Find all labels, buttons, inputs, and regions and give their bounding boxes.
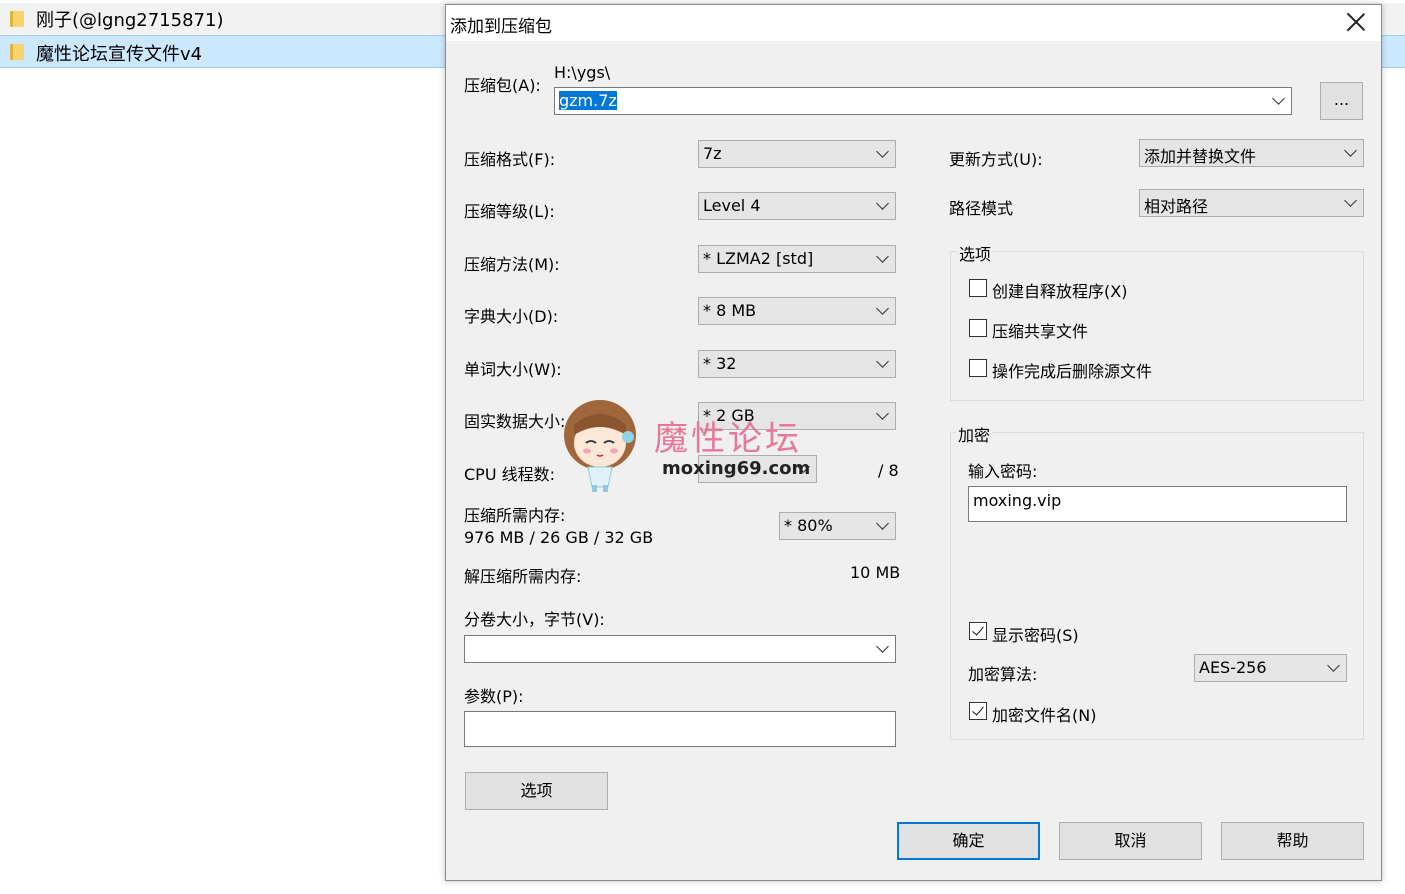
- dict-label: 字典大小(D):: [464, 307, 559, 326]
- sfx-checkbox[interactable]: [969, 279, 987, 297]
- dialog-title: 添加到压缩包: [450, 17, 552, 37]
- archive-path: H:\ygs\: [554, 63, 611, 82]
- archive-name-value: gzm.7z: [559, 91, 617, 110]
- folder-icon: [10, 11, 24, 27]
- path-mode-select[interactable]: 相对路径: [1139, 189, 1364, 217]
- encrypt-names-label: 加密文件名(N): [992, 706, 1097, 725]
- decompress-memory-label: 解压缩所需内存:: [464, 567, 582, 586]
- chevron-down-icon: [876, 355, 889, 368]
- folder-icon: [10, 44, 24, 60]
- word-value: * 32: [703, 354, 737, 373]
- browse-button[interactable]: ...: [1320, 82, 1363, 120]
- path-mode-value: 相对路径: [1144, 197, 1209, 216]
- chevron-down-icon: [1344, 144, 1357, 157]
- file-name: 魔性论坛宣传文件v4: [36, 44, 203, 65]
- encryption-group-title: 加密: [956, 422, 993, 446]
- memory-percent-value: * 80%: [784, 516, 833, 535]
- algorithm-label: 加密算法:: [968, 665, 1038, 684]
- algorithm-value: AES-256: [1199, 658, 1267, 677]
- options-button[interactable]: 选项: [465, 772, 608, 810]
- options-group-title: 选项: [957, 241, 994, 265]
- update-label: 更新方式(U):: [949, 150, 1043, 169]
- chevron-down-icon: [1272, 92, 1285, 105]
- sfx-label: 创建自释放程序(X): [992, 282, 1128, 301]
- algorithm-select[interactable]: AES-256: [1194, 654, 1347, 682]
- dialog-titlebar: 添加到压缩包: [446, 5, 1381, 41]
- chevron-down-icon: [876, 250, 889, 263]
- level-select[interactable]: Level 4: [698, 192, 896, 220]
- dict-select[interactable]: * 8 MB: [698, 297, 896, 325]
- cancel-button[interactable]: 取消: [1059, 822, 1202, 860]
- level-label: 压缩等级(L):: [464, 202, 555, 221]
- chevron-down-icon: [876, 640, 889, 653]
- memory-label: 压缩所需内存:: [464, 506, 566, 525]
- format-value: 7z: [703, 144, 722, 163]
- close-icon[interactable]: [1345, 11, 1367, 33]
- volume-label: 分卷大小，字节(V):: [464, 610, 605, 629]
- method-select[interactable]: * LZMA2 [std]: [698, 245, 896, 273]
- word-select[interactable]: * 32: [698, 350, 896, 378]
- params-input[interactable]: [464, 711, 896, 747]
- chevron-down-icon: [876, 407, 889, 420]
- decompress-memory-value: 10 MB: [850, 563, 901, 582]
- cpu-label: CPU 线程数:: [464, 465, 556, 484]
- show-password-checkbox[interactable]: [969, 622, 987, 640]
- level-value: Level 4: [703, 196, 761, 215]
- watermark-title: 魔性论坛: [654, 419, 802, 459]
- file-name: 刚子(@lgng2715871): [36, 10, 224, 31]
- format-select[interactable]: 7z: [698, 140, 896, 168]
- update-select[interactable]: 添加并替换文件: [1139, 139, 1364, 167]
- help-button[interactable]: 帮助: [1221, 822, 1364, 860]
- password-value: moxing.vip: [973, 491, 1062, 510]
- ok-button[interactable]: 确定: [897, 822, 1040, 860]
- chevron-down-icon: [876, 302, 889, 315]
- params-label: 参数(P):: [464, 687, 524, 706]
- password-label: 输入密码:: [968, 462, 1038, 481]
- password-input[interactable]: moxing.vip: [968, 486, 1347, 522]
- format-label: 压缩格式(F):: [464, 150, 556, 169]
- chevron-down-icon: [1344, 194, 1357, 207]
- update-value: 添加并替换文件: [1144, 147, 1257, 166]
- word-label: 单词大小(W):: [464, 360, 562, 379]
- encrypt-names-checkbox[interactable]: [969, 702, 987, 720]
- memory-value: 976 MB / 26 GB / 32 GB: [464, 528, 654, 547]
- show-password-label: 显示密码(S): [992, 626, 1079, 645]
- delete-source-label: 操作完成后删除源文件: [992, 362, 1153, 381]
- mascot-girl-icon: [564, 400, 636, 492]
- chevron-down-icon: [876, 145, 889, 158]
- delete-source-checkbox[interactable]: [969, 359, 987, 377]
- method-value: * LZMA2 [std]: [703, 249, 814, 268]
- chevron-down-icon: [876, 517, 889, 530]
- chevron-down-icon: [876, 197, 889, 210]
- shared-files-checkbox[interactable]: [969, 319, 987, 337]
- volume-select[interactable]: [464, 635, 896, 663]
- cpu-total: / 8: [878, 461, 899, 480]
- memory-percent-select[interactable]: * 80%: [779, 512, 896, 540]
- archive-label: 压缩包(A):: [464, 76, 541, 95]
- archive-name-combo[interactable]: gzm.7z: [554, 87, 1292, 115]
- path-mode-label: 路径模式: [949, 199, 1014, 218]
- shared-files-label: 压缩共享文件: [992, 322, 1089, 341]
- chevron-down-icon: [1327, 659, 1340, 672]
- dict-value: * 8 MB: [703, 301, 757, 320]
- method-label: 压缩方法(M):: [464, 255, 560, 274]
- solid-label: 固实数据大小:: [464, 412, 566, 431]
- watermark-url: moxing69.com: [662, 458, 811, 479]
